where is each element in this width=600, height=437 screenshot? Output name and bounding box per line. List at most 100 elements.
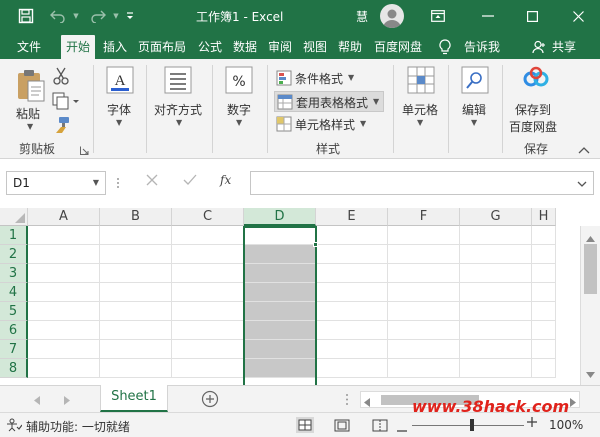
- share-button[interactable]: 共享: [548, 35, 580, 59]
- row-header-2[interactable]: 2: [0, 245, 28, 264]
- cell-f5[interactable]: [388, 302, 460, 321]
- cell-f7[interactable]: [388, 340, 460, 359]
- cell-d5[interactable]: [244, 302, 316, 321]
- cell-e5[interactable]: [316, 302, 388, 321]
- column-header-b[interactable]: B: [100, 208, 172, 226]
- tab-split-grip[interactable]: [345, 393, 349, 406]
- cell-h5[interactable]: [532, 302, 556, 321]
- cell-d6[interactable]: [244, 321, 316, 340]
- sheet-scroll-right-icon[interactable]: [64, 394, 70, 408]
- cell-b8[interactable]: [100, 359, 172, 378]
- row-header-5[interactable]: 5: [0, 302, 28, 321]
- cell-f2[interactable]: [388, 245, 460, 264]
- cell-g3[interactable]: [460, 264, 532, 283]
- name-box-dropdown-icon[interactable]: ▼: [93, 178, 99, 187]
- cell-a3[interactable]: [28, 264, 100, 283]
- sheet-scroll-left-icon[interactable]: [34, 394, 40, 408]
- cell-h7[interactable]: [532, 340, 556, 359]
- minimize-icon[interactable]: [476, 0, 500, 32]
- cell-e6[interactable]: [316, 321, 388, 340]
- cell-styles-button[interactable]: 单元格样式 ▼: [274, 114, 386, 134]
- accessibility-icon[interactable]: [6, 418, 23, 435]
- expand-formula-bar-icon[interactable]: [577, 177, 587, 191]
- cell-a2[interactable]: [28, 245, 100, 264]
- cell-d3[interactable]: [244, 264, 316, 283]
- cell-e4[interactable]: [316, 283, 388, 302]
- cell-a1[interactable]: [28, 226, 100, 245]
- cell-d1[interactable]: [244, 226, 316, 245]
- cell-g4[interactable]: [460, 283, 532, 302]
- cell-b5[interactable]: [100, 302, 172, 321]
- cell-a5[interactable]: [28, 302, 100, 321]
- format-as-table-button[interactable]: 套用表格格式 ▼: [274, 91, 384, 112]
- vertical-scrollbar[interactable]: [580, 226, 600, 385]
- name-box[interactable]: D1 ▼: [6, 171, 106, 195]
- zoom-in-icon[interactable]: [527, 416, 537, 430]
- formula-bar-grip[interactable]: [116, 176, 120, 190]
- lightbulb-icon[interactable]: [434, 35, 456, 59]
- cell-h4[interactable]: [532, 283, 556, 302]
- cell-a6[interactable]: [28, 321, 100, 340]
- tab-page-layout[interactable]: 页面布局: [133, 35, 191, 59]
- normal-view-icon[interactable]: [296, 417, 314, 436]
- row-header-6[interactable]: 6: [0, 321, 28, 340]
- number-button[interactable]: % 数字 ▼: [219, 65, 259, 127]
- cell-h3[interactable]: [532, 264, 556, 283]
- column-header-g[interactable]: G: [460, 208, 532, 226]
- cell-g5[interactable]: [460, 302, 532, 321]
- cell-f3[interactable]: [388, 264, 460, 283]
- cell-g6[interactable]: [460, 321, 532, 340]
- enter-check-icon[interactable]: [183, 174, 199, 190]
- page-break-view-icon[interactable]: [372, 419, 388, 435]
- column-header-d[interactable]: D: [244, 208, 316, 226]
- cells-button[interactable]: 单元格 ▼: [399, 65, 443, 127]
- cell-c2[interactable]: [172, 245, 244, 264]
- cell-c6[interactable]: [172, 321, 244, 340]
- ribbon-display-options-icon[interactable]: [426, 0, 450, 32]
- column-header-a[interactable]: A: [28, 208, 100, 226]
- tab-insert[interactable]: 插入: [99, 35, 131, 59]
- cell-e3[interactable]: [316, 264, 388, 283]
- tab-data[interactable]: 数据: [229, 35, 261, 59]
- accessibility-status[interactable]: 辅助功能: 一切就绪: [26, 418, 130, 435]
- zoom-slider[interactable]: [412, 425, 524, 426]
- add-sheet-icon[interactable]: [201, 390, 219, 408]
- scroll-down-icon[interactable]: [586, 367, 595, 381]
- dialog-launcher-icon[interactable]: [80, 144, 90, 155]
- cell-b2[interactable]: [100, 245, 172, 264]
- cell-c7[interactable]: [172, 340, 244, 359]
- save-to-baidu-button[interactable]: 保存到 百度网盘: [508, 65, 564, 137]
- zoom-level[interactable]: 100%: [549, 418, 583, 432]
- cell-b4[interactable]: [100, 283, 172, 302]
- cell-b1[interactable]: [100, 226, 172, 245]
- column-header-e[interactable]: E: [316, 208, 388, 226]
- row-header-7[interactable]: 7: [0, 340, 28, 359]
- cell-h6[interactable]: [532, 321, 556, 340]
- cell-h1[interactable]: [532, 226, 556, 245]
- cell-e2[interactable]: [316, 245, 388, 264]
- zoom-slider-thumb[interactable]: [470, 419, 474, 431]
- cell-d4[interactable]: [244, 283, 316, 302]
- cell-h8[interactable]: [532, 359, 556, 378]
- formula-input[interactable]: [250, 171, 594, 195]
- zoom-out-icon[interactable]: [397, 421, 407, 435]
- scroll-left-icon[interactable]: [364, 396, 370, 410]
- page-layout-view-icon[interactable]: [334, 419, 350, 435]
- cancel-icon[interactable]: [146, 174, 162, 190]
- cell-f8[interactable]: [388, 359, 460, 378]
- avatar[interactable]: [380, 4, 404, 28]
- close-icon[interactable]: [566, 0, 590, 32]
- tab-formulas[interactable]: 公式: [194, 35, 226, 59]
- paste-button[interactable]: 粘贴 ▼: [14, 67, 48, 131]
- cell-g7[interactable]: [460, 340, 532, 359]
- cell-g8[interactable]: [460, 359, 532, 378]
- cell-c3[interactable]: [172, 264, 244, 283]
- alignment-button[interactable]: 对齐方式 ▼: [150, 65, 206, 127]
- maximize-icon[interactable]: [520, 0, 544, 32]
- cell-b7[interactable]: [100, 340, 172, 359]
- cell-a4[interactable]: [28, 283, 100, 302]
- cell-d8[interactable]: [244, 359, 316, 378]
- fill-handle[interactable]: [313, 242, 318, 247]
- cell-g1[interactable]: [460, 226, 532, 245]
- redo-icon[interactable]: [86, 0, 110, 32]
